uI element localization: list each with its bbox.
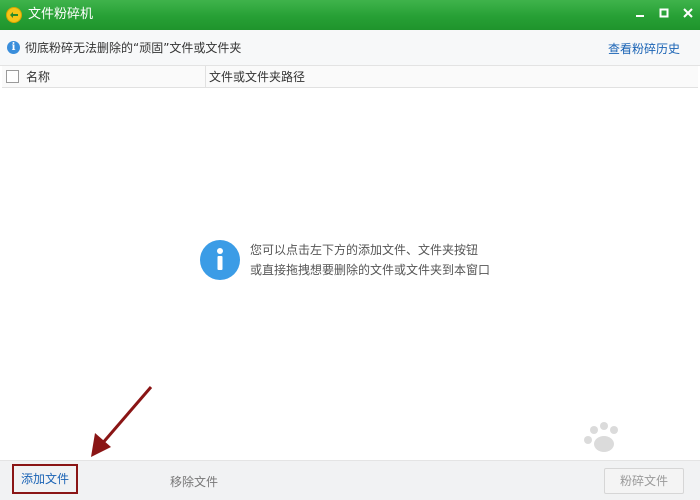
info-icon xyxy=(200,240,240,280)
info-bar: i 彻底粉碎无法删除的“顽固”文件或文件夹 查看粉碎历史 xyxy=(0,30,700,66)
shield-icon xyxy=(6,7,22,23)
column-header-path[interactable]: 文件或文件夹路径 xyxy=(209,66,305,88)
column-header-name[interactable]: 名称 xyxy=(26,65,206,88)
view-history-link[interactable]: 查看粉碎历史 xyxy=(608,40,680,57)
shred-file-button[interactable]: 粉碎文件 xyxy=(604,468,684,494)
add-file-button[interactable]: 添加文件 xyxy=(12,464,78,494)
empty-hint: 您可以点击左下方的添加文件、文件夹按钮 或直接拖拽想要删除的文件或文件夹到本窗口 xyxy=(200,240,490,280)
window-controls xyxy=(628,0,700,30)
info-text: 彻底粉碎无法删除的“顽固”文件或文件夹 xyxy=(25,41,242,55)
minimize-icon[interactable] xyxy=(628,0,652,26)
empty-hint-line-1: 您可以点击左下方的添加文件、文件夹按钮 xyxy=(250,243,479,257)
remove-file-button[interactable]: 移除文件 xyxy=(170,473,218,490)
bottom-toolbar: 添加文件 移除文件 粉碎文件 xyxy=(0,460,700,500)
empty-hint-text: 您可以点击左下方的添加文件、文件夹按钮 或直接拖拽想要删除的文件或文件夹到本窗口 xyxy=(250,240,490,280)
title-bar: 文件粉碎机 xyxy=(0,0,700,30)
table-header: 名称 文件或文件夹路径 xyxy=(2,65,698,88)
window-title: 文件粉碎机 xyxy=(28,7,94,22)
file-list[interactable]: 您可以点击左下方的添加文件、文件夹按钮 或直接拖拽想要删除的文件或文件夹到本窗口 xyxy=(2,88,698,460)
info-icon: i xyxy=(7,41,20,54)
maximize-icon[interactable] xyxy=(652,0,676,26)
empty-hint-line-2: 或直接拖拽想要删除的文件或文件夹到本窗口 xyxy=(250,263,491,277)
close-icon[interactable] xyxy=(676,0,700,26)
select-all-checkbox[interactable] xyxy=(6,70,19,83)
